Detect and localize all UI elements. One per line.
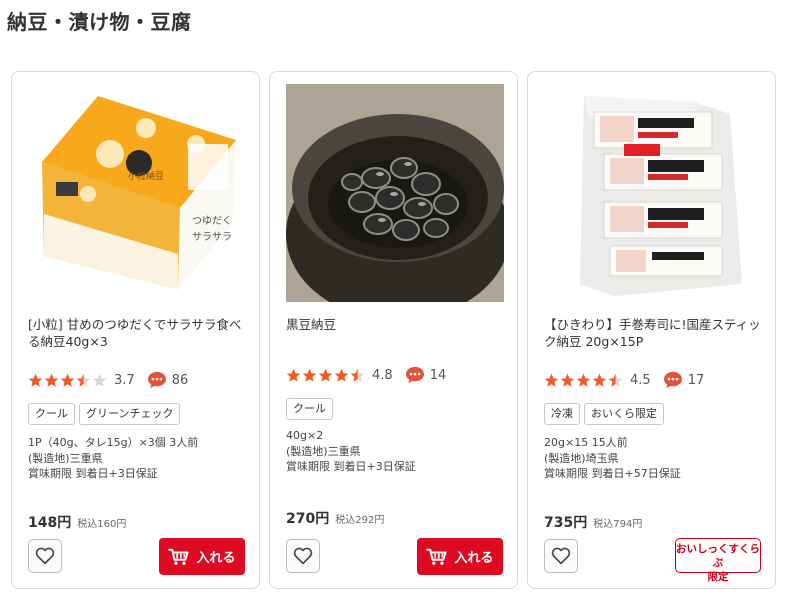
- star-icon: [576, 373, 591, 387]
- detail-line: 20g×15 15人前: [544, 436, 628, 449]
- detail-line: (製造地)三重県: [28, 451, 103, 465]
- product-name[interactable]: 黒豆納豆: [286, 316, 508, 333]
- add-to-cart-label: 入れる: [196, 551, 236, 566]
- product-name[interactable]: [小粒] 甘めのつゆだくでサラサラ食べる納豆40g×3: [28, 316, 250, 350]
- rating-score: 4.5: [630, 372, 651, 388]
- star-half-icon: [350, 368, 365, 382]
- tag-badge: クール: [28, 403, 75, 425]
- add-to-cart-label: 入れる: [454, 551, 494, 566]
- heart-icon: [551, 547, 571, 565]
- star-icon: [44, 373, 59, 387]
- review-count[interactable]: 14: [430, 368, 447, 383]
- black-bean-bowl-image: [286, 84, 504, 302]
- product-image[interactable]: 小粒納豆 つゆだく サラサラ: [28, 84, 246, 302]
- product-image[interactable]: [286, 84, 504, 302]
- price-tax-included: 税込292円: [335, 515, 385, 526]
- members-only-sublabel: 限定: [707, 571, 729, 583]
- cart-icon: [426, 548, 448, 565]
- review-count[interactable]: 86: [172, 373, 189, 388]
- star-empty-icon: [92, 373, 107, 387]
- heart-icon: [35, 547, 55, 565]
- detail-line: (製造地)三重県: [286, 444, 361, 458]
- svg-text:サラサラ: サラサラ: [192, 231, 232, 243]
- product-details: 40g×2 (製造地)三重県 賞味期限 到着日+3日保証: [286, 428, 508, 475]
- section-title: 納豆・漬け物・豆腐: [7, 10, 192, 34]
- detail-line: 賞味期限 到着日+3日保証: [286, 460, 416, 473]
- star-icon: [544, 373, 559, 387]
- detail-line: 1P（40g、タレ15g）×3個 3人前: [28, 436, 199, 449]
- review-count[interactable]: 17: [688, 373, 705, 388]
- price-value: 735円: [544, 515, 588, 531]
- product-card[interactable]: 小粒納豆 つゆだく サラサラ [小粒] 甘めのつゆだくでサラサラ食べる納豆40g…: [11, 71, 260, 589]
- stick-natto-pack-image: [544, 84, 762, 302]
- price-tax-included: 税込160円: [77, 519, 127, 530]
- svg-text:小粒納豆: 小粒納豆: [128, 170, 164, 182]
- tag-badge: 冷凍: [544, 403, 580, 425]
- detail-line: 賞味期限 到着日+3日保証: [28, 467, 158, 480]
- detail-line: 賞味期限 到着日+57日保証: [544, 467, 681, 480]
- star-rating: [544, 373, 624, 388]
- comment-icon: [405, 366, 424, 384]
- members-only-button[interactable]: おいしっくすくらぶ 限定: [675, 538, 761, 583]
- detail-line: 40g×2: [286, 429, 324, 442]
- comment-icon: [147, 371, 166, 389]
- price: 148円 税込160円: [28, 512, 126, 532]
- favorite-button[interactable]: [286, 539, 320, 573]
- cart-icon: [168, 548, 190, 565]
- price-value: 148円: [28, 515, 72, 531]
- add-to-cart-button[interactable]: 入れる: [159, 538, 245, 575]
- star-icon: [28, 373, 43, 387]
- product-details: 1P（40g、タレ15g）×3個 3人前 (製造地)三重県 賞味期限 到着日+3…: [28, 435, 250, 482]
- product-card[interactable]: 黒豆納豆 4.8 14 クール 40g×2 (製造地)三重県 賞味期限 到着日+…: [269, 71, 518, 589]
- rating-score: 3.7: [114, 372, 135, 388]
- tag-badge: グリーンチェック: [79, 403, 181, 425]
- rating: 3.7 86: [28, 371, 188, 389]
- star-icon: [592, 373, 607, 387]
- product-card[interactable]: 【ひきわり】手巻寿司に!国産スティック納豆 20g×15P 4.5 17 冷凍 …: [527, 71, 776, 589]
- product-name[interactable]: 【ひきわり】手巻寿司に!国産スティック納豆 20g×15P: [544, 316, 766, 350]
- rating-score: 4.8: [372, 367, 393, 383]
- detail-line: (製造地)埼玉県: [544, 451, 619, 465]
- natto-cup-image: 小粒納豆 つゆだく サラサラ: [28, 84, 246, 302]
- star-rating: [28, 373, 108, 388]
- heart-icon: [293, 547, 313, 565]
- star-icon: [334, 368, 349, 382]
- star-icon: [560, 373, 575, 387]
- members-only-label: おいしっくすくらぶ: [676, 543, 760, 569]
- tag-list: 冷凍 おいくら限定: [544, 403, 668, 425]
- star-icon: [286, 368, 301, 382]
- price-value: 270円: [286, 511, 330, 527]
- star-rating: [286, 368, 366, 383]
- tag-list: クール: [286, 398, 337, 420]
- star-icon: [302, 368, 317, 382]
- add-to-cart-button[interactable]: 入れる: [417, 538, 503, 575]
- price: 735円 税込794円: [544, 512, 642, 532]
- star-icon: [318, 368, 333, 382]
- rating: 4.8 14: [286, 366, 446, 384]
- rating: 4.5 17: [544, 371, 704, 389]
- comment-icon: [663, 371, 682, 389]
- tag-list: クール グリーンチェック: [28, 403, 184, 425]
- svg-text:つゆだく: つゆだく: [192, 215, 232, 227]
- star-half-icon: [608, 373, 623, 387]
- product-details: 20g×15 15人前 (製造地)埼玉県 賞味期限 到着日+57日保証: [544, 435, 766, 482]
- tag-badge: クール: [286, 398, 333, 420]
- price-tax-included: 税込794円: [593, 519, 643, 530]
- product-image[interactable]: [544, 84, 762, 302]
- price: 270円 税込292円: [286, 508, 384, 528]
- favorite-button[interactable]: [28, 539, 62, 573]
- star-icon: [60, 373, 75, 387]
- tag-badge: おいくら限定: [584, 403, 664, 425]
- favorite-button[interactable]: [544, 539, 578, 573]
- star-half-icon: [76, 373, 91, 387]
